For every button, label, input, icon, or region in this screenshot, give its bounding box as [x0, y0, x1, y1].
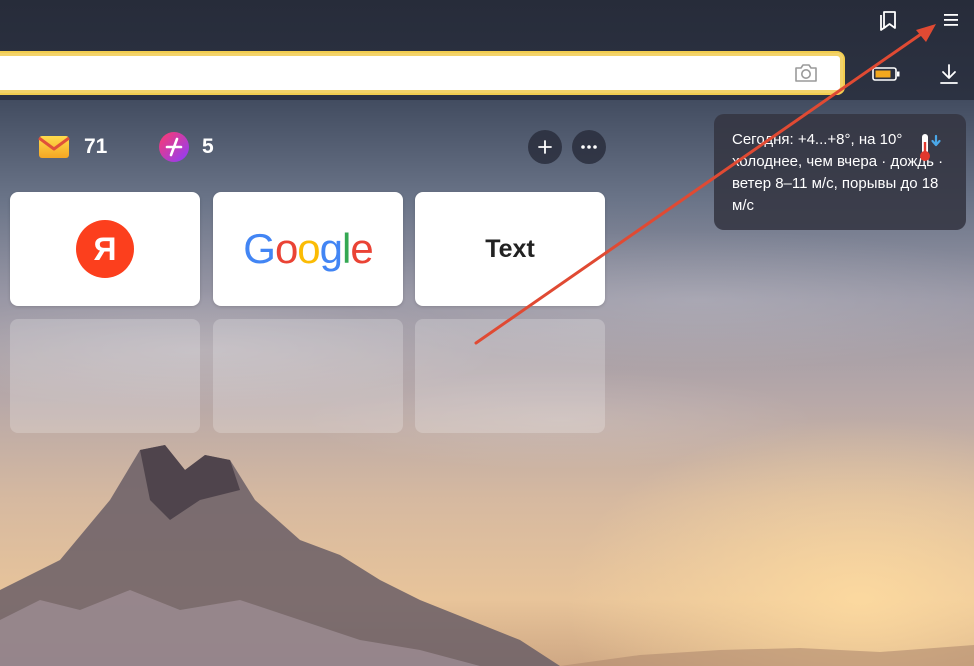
battery-icon[interactable]: [870, 58, 902, 90]
plus-circle-icon: [159, 132, 189, 162]
zen-counter[interactable]: 5: [158, 130, 214, 164]
mail-count: 71: [84, 135, 108, 158]
address-bar[interactable]: [0, 51, 845, 95]
mail-counter[interactable]: 71: [38, 130, 107, 164]
tile-google[interactable]: Google: [213, 192, 403, 306]
add-tile-button[interactable]: [528, 130, 562, 164]
yandex-logo: Я: [76, 220, 134, 278]
more-options-button[interactable]: [572, 130, 606, 164]
download-icon[interactable]: [933, 58, 965, 90]
camera-icon[interactable]: [792, 61, 820, 85]
tile-empty[interactable]: [415, 319, 605, 433]
svg-text:Я: Я: [94, 231, 117, 267]
bookmarks-icon[interactable]: [872, 4, 904, 36]
zen-count: 5: [202, 135, 214, 158]
thermometer-down-icon: [920, 134, 941, 161]
weather-widget[interactable]: Сегодня: +4...+8°, на 10° холоднее, чем …: [714, 114, 966, 230]
tile-empty[interactable]: [10, 319, 200, 433]
tile-text[interactable]: Text: [415, 192, 605, 306]
address-input[interactable]: [8, 61, 772, 87]
tile-empty[interactable]: [213, 319, 403, 433]
tile-text-label: Text: [485, 234, 535, 263]
google-logo: Google: [243, 225, 373, 272]
tile-yandex[interactable]: Я: [10, 192, 200, 306]
ellipsis-icon: [581, 145, 597, 149]
mail-icon: [38, 136, 70, 158]
plus-icon: [538, 140, 552, 154]
menu-icon[interactable]: [935, 4, 967, 36]
